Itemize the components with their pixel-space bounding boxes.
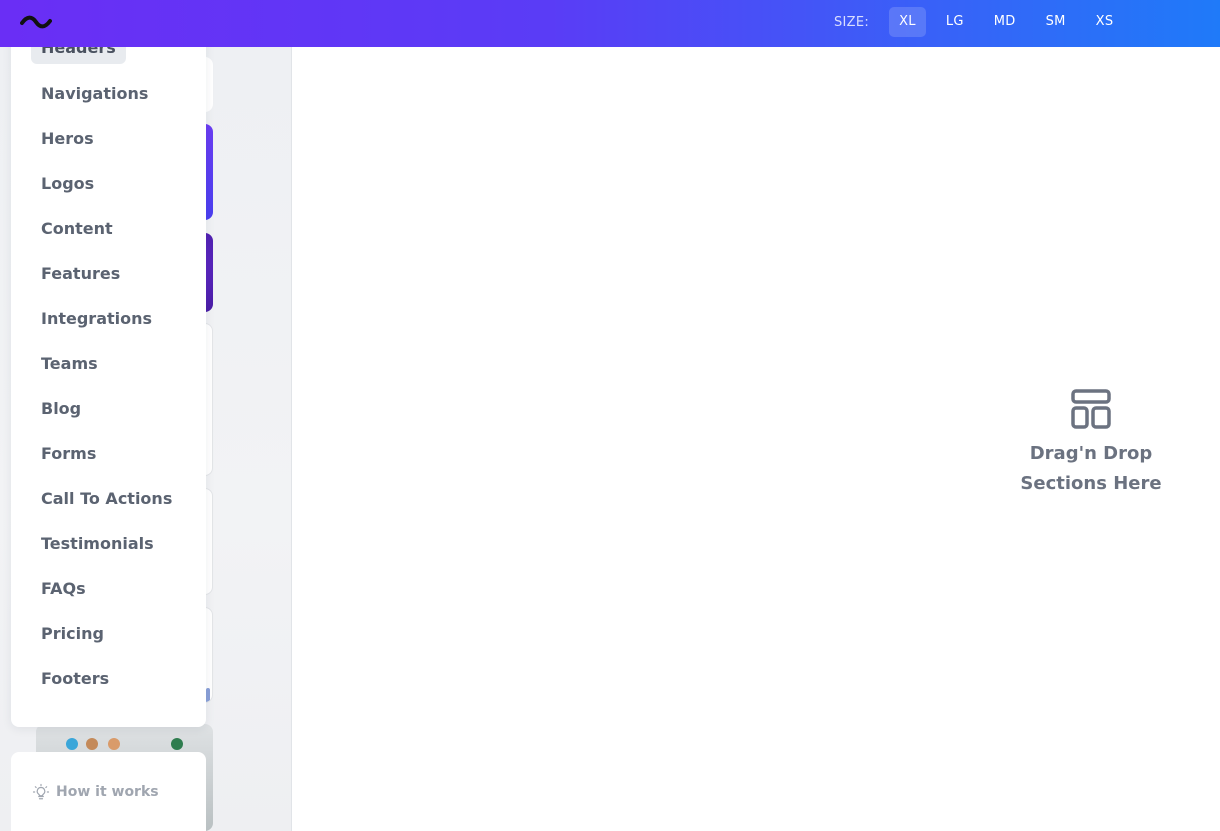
top-bar: SIZE: XL LG MD SM XS	[0, 0, 1220, 47]
thumbnail-detail	[206, 688, 210, 702]
menu-item-call-to-actions[interactable]: Call To Actions	[31, 483, 182, 515]
thumbnail-detail	[171, 738, 183, 750]
menu-item-pricing[interactable]: Pricing	[31, 618, 114, 650]
drop-zone-line-2: Sections Here	[1020, 473, 1162, 494]
menu-item-blog[interactable]: Blog	[31, 393, 91, 425]
thumbnail-detail	[108, 738, 120, 750]
layout-icon	[1071, 389, 1111, 429]
menu-item-teams[interactable]: Teams	[31, 348, 108, 380]
menu-item-faqs[interactable]: FAQs	[31, 573, 96, 605]
menu-item-forms[interactable]: Forms	[31, 438, 106, 470]
menu-item-integrations[interactable]: Integrations	[31, 303, 162, 335]
category-menu: Headers Navigations Heros Logos Content …	[11, 32, 206, 727]
size-button-sm[interactable]: SM	[1036, 7, 1076, 37]
how-it-works-label: How it works	[56, 783, 159, 800]
menu-item-testimonials[interactable]: Testimonials	[31, 528, 164, 560]
size-button-xs[interactable]: XS	[1086, 7, 1124, 37]
menu-item-logos[interactable]: Logos	[31, 168, 104, 200]
size-button-lg[interactable]: LG	[936, 7, 974, 37]
menu-item-heros[interactable]: Heros	[31, 123, 104, 155]
drop-zone[interactable]: Drag'n Drop Sections Here	[1003, 389, 1179, 499]
menu-item-content[interactable]: Content	[31, 213, 123, 245]
size-button-xl[interactable]: XL	[889, 7, 926, 37]
menu-item-features[interactable]: Features	[31, 258, 130, 290]
size-label: SIZE:	[834, 14, 870, 30]
menu-item-navigations[interactable]: Navigations	[31, 78, 158, 110]
wave-logo-icon[interactable]	[20, 12, 52, 32]
size-button-md[interactable]: MD	[984, 7, 1026, 37]
lightbulb-icon	[32, 783, 50, 799]
thumbnail-detail	[66, 738, 78, 750]
page-canvas[interactable]: Drag'n Drop Sections Here	[293, 47, 1220, 831]
menu-item-footers[interactable]: Footers	[31, 663, 119, 695]
drop-zone-line-1: Drag'n Drop	[1029, 443, 1153, 464]
how-it-works-button[interactable]: How it works	[11, 752, 206, 831]
thumbnail-detail	[86, 738, 98, 750]
size-selector: SIZE: XL LG MD SM XS	[834, 7, 1133, 37]
